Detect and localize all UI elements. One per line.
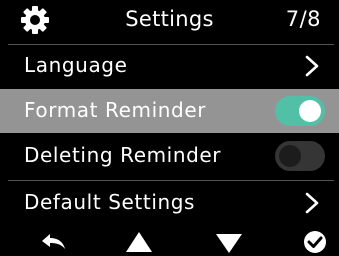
chevron-right-icon <box>305 192 319 214</box>
deleting-reminder-toggle[interactable] <box>275 141 325 171</box>
toggle-knob <box>299 100 321 122</box>
menu-item-label: Language <box>24 53 128 77</box>
back-arrow-icon[interactable] <box>38 230 68 254</box>
menu-item-format-reminder[interactable]: Format Reminder <box>0 89 339 133</box>
header-bar: Settings 7/8 <box>0 0 339 44</box>
menu-item-deleting-reminder[interactable]: Deleting Reminder <box>0 134 339 178</box>
up-triangle-icon[interactable] <box>124 230 154 254</box>
menu-item-language[interactable]: Language <box>0 44 339 88</box>
page-indicator: 7/8 <box>285 7 321 31</box>
menu-item-default-settings[interactable]: Default Settings <box>0 181 339 225</box>
confirm-check-icon[interactable] <box>300 230 330 254</box>
chevron-right-icon <box>305 55 319 77</box>
down-triangle-icon[interactable] <box>214 230 244 254</box>
menu-item-label: Format Reminder <box>24 98 207 122</box>
toggle-knob <box>279 145 301 167</box>
format-reminder-toggle[interactable] <box>275 96 325 126</box>
menu-item-label: Default Settings <box>24 190 196 214</box>
menu-item-label: Deleting Reminder <box>24 143 222 167</box>
bottom-nav-bar <box>0 226 339 256</box>
